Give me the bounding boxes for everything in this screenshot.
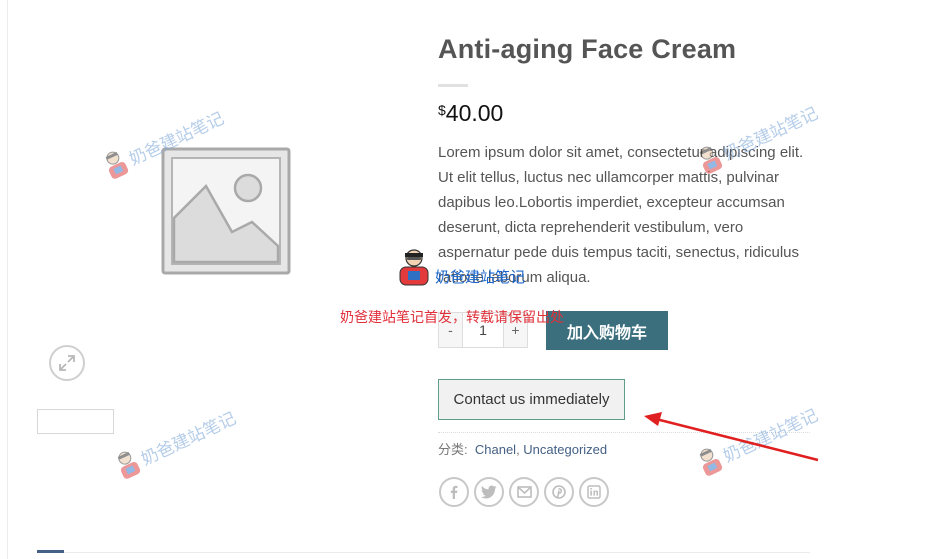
share-icons [439, 477, 609, 507]
price-currency: $ [438, 102, 446, 118]
category-link-uncategorized[interactable]: Uncategorized [523, 442, 607, 457]
product-categories: 分类: Chanel, Uncategorized [438, 439, 607, 458]
facebook-share-button[interactable] [439, 477, 469, 507]
zoom-button[interactable] [49, 345, 85, 381]
tabs-border [37, 552, 810, 553]
gallery-thumbnail[interactable] [37, 409, 114, 434]
copyright-note: 奶爸建站笔记首发，转载请保留出处 [340, 309, 564, 325]
price-value: 40.00 [445, 100, 504, 126]
pinterest-icon [552, 485, 566, 499]
linkedin-share-button[interactable] [579, 477, 609, 507]
contact-us-button[interactable]: Contact us immediately [438, 379, 625, 420]
pinterest-share-button[interactable] [544, 477, 574, 507]
add-to-cart-button[interactable]: 加入购物车 [546, 311, 668, 350]
twitter-icon [481, 485, 497, 499]
email-icon [516, 486, 532, 498]
facebook-icon [450, 485, 458, 499]
mascot-logo-icon [399, 249, 429, 286]
linkedin-icon [587, 485, 601, 499]
category-label: 分类: [438, 442, 468, 457]
category-link-chanel[interactable]: Chanel [475, 442, 516, 457]
center-watermark-text: 奶爸建站笔记 [435, 269, 526, 286]
expand-icon [59, 355, 75, 371]
email-share-button[interactable] [509, 477, 539, 507]
title-divider [438, 84, 468, 87]
center-watermark: 奶爸建站笔记 [395, 247, 525, 287]
watermark: 奶爸建站笔记 [110, 401, 240, 483]
watermark-text: 奶爸建站笔记 [138, 408, 239, 469]
annotation-arrow-icon [644, 412, 819, 462]
product-image-placeholder[interactable] [160, 146, 292, 276]
page-left-border [7, 0, 8, 559]
twitter-share-button[interactable] [474, 477, 504, 507]
product-price: $40.00 [438, 100, 503, 127]
product-title: Anti-aging Face Cream [438, 34, 737, 64]
active-tab-indicator [37, 550, 64, 553]
image-placeholder-icon [161, 147, 291, 275]
